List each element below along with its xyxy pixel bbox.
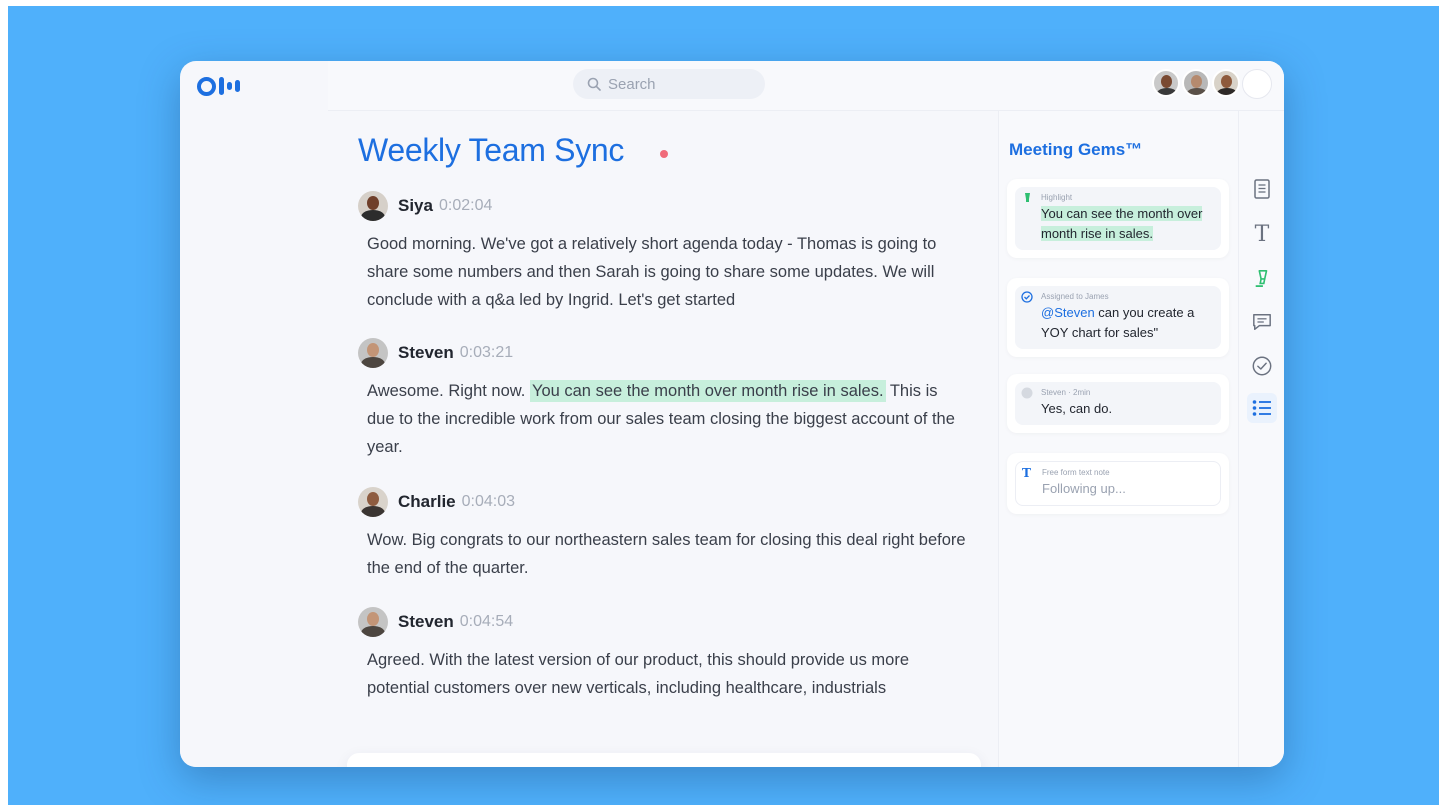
gem-card-note[interactable]: T Free form text note Following up...	[1007, 453, 1229, 514]
search-placeholder: Search	[608, 75, 656, 93]
gem-card-highlight[interactable]: Highlight You can see the month over mon…	[1007, 179, 1229, 258]
notes-icon[interactable]	[1247, 174, 1277, 204]
speaker-name[interactable]: Charlie	[398, 492, 456, 512]
transcript-text[interactable]: Wow. Big congrats to our northeastern sa…	[367, 526, 967, 582]
speaker-name[interactable]: Steven	[398, 612, 454, 632]
timestamp[interactable]: 0:03:21	[460, 344, 513, 362]
transcript-text[interactable]: Agreed. With the latest version of our p…	[367, 646, 967, 702]
participant-avatars[interactable]	[1152, 69, 1272, 99]
transcript-panel: Weekly Team Sync Siya 0:02:04 Good morni…	[328, 111, 998, 767]
left-sidebar	[180, 111, 328, 767]
gem-text: @Steven can you create a YOY chart for s…	[1041, 305, 1195, 340]
highlighter-icon	[1025, 193, 1030, 202]
recording-indicator	[660, 150, 668, 158]
avatar[interactable]	[1212, 69, 1240, 97]
gem-card-action-item[interactable]: Assigned to James @Steven can you create…	[1007, 278, 1229, 357]
avatar[interactable]	[1182, 69, 1210, 97]
search-icon	[587, 77, 601, 91]
list-icon[interactable]	[1247, 393, 1277, 423]
transcript-text[interactable]: Good morning. We've got a relatively sho…	[367, 230, 967, 314]
gems-title: Meeting Gems™	[1009, 140, 1143, 159]
comment-icon[interactable]	[1247, 307, 1277, 337]
gem-label: Assigned to James	[1041, 292, 1109, 301]
text-icon[interactable]: T	[1247, 219, 1277, 249]
avatar[interactable]	[358, 607, 388, 637]
timestamp[interactable]: 0:02:04	[439, 197, 492, 215]
mention[interactable]: @Steven	[1041, 305, 1095, 320]
right-toolbar: T	[1238, 111, 1284, 767]
avatar	[1021, 387, 1033, 399]
gem-card-comment[interactable]: Steven · 2min Yes, can do.	[1007, 374, 1229, 433]
comment-composer[interactable]	[347, 753, 981, 767]
otter-logo[interactable]	[180, 61, 328, 111]
search-input[interactable]: Search	[573, 69, 765, 99]
transcript-entry: Siya 0:02:04 Good morning. We've got a r…	[358, 190, 968, 314]
transcript-entry: Steven 0:03:21 Awesome. Right now. You c…	[358, 337, 968, 461]
timestamp[interactable]: 0:04:54	[460, 613, 513, 631]
avatar[interactable]	[358, 338, 388, 368]
highlighter-icon[interactable]	[1247, 263, 1277, 293]
text-icon: T	[1022, 466, 1031, 480]
meeting-gems-panel: Meeting Gems™ Highlight You can see the …	[998, 111, 1238, 767]
transcript-entry: Charlie 0:04:03 Wow. Big congrats to our…	[358, 486, 968, 582]
timestamp[interactable]: 0:04:03	[462, 493, 515, 511]
transcript-entry: Steven 0:04:54 Agreed. With the latest v…	[358, 606, 968, 702]
note-input[interactable]: Following up...	[1042, 479, 1212, 499]
gem-label: Highlight	[1041, 193, 1073, 202]
highlighted-text[interactable]: You can see the month over month rise in…	[529, 380, 886, 402]
speaker-name[interactable]: Steven	[398, 343, 454, 363]
gem-label: Free form text note	[1042, 468, 1110, 477]
avatar[interactable]	[358, 487, 388, 517]
gem-text: You can see the month over month rise in…	[1041, 206, 1203, 241]
check-circle-icon[interactable]	[1247, 351, 1277, 381]
avatar[interactable]	[358, 191, 388, 221]
page-title: Weekly Team Sync	[358, 132, 625, 168]
app-window: Search Weekly Team Sync Siya 0:02:04 Goo…	[180, 61, 1284, 767]
avatar[interactable]	[1152, 69, 1180, 97]
check-circle-icon	[1021, 291, 1033, 303]
gem-label: Steven · 2min	[1041, 388, 1091, 397]
desktop-background: Search Weekly Team Sync Siya 0:02:04 Goo…	[8, 6, 1439, 805]
speaker-name[interactable]: Siya	[398, 196, 433, 216]
transcript-text[interactable]: Awesome. Right now. You can see the mont…	[367, 377, 967, 461]
gem-text: Yes, can do.	[1041, 401, 1113, 416]
top-bar: Search	[328, 61, 1284, 111]
avatar-placeholder[interactable]	[1242, 69, 1272, 99]
